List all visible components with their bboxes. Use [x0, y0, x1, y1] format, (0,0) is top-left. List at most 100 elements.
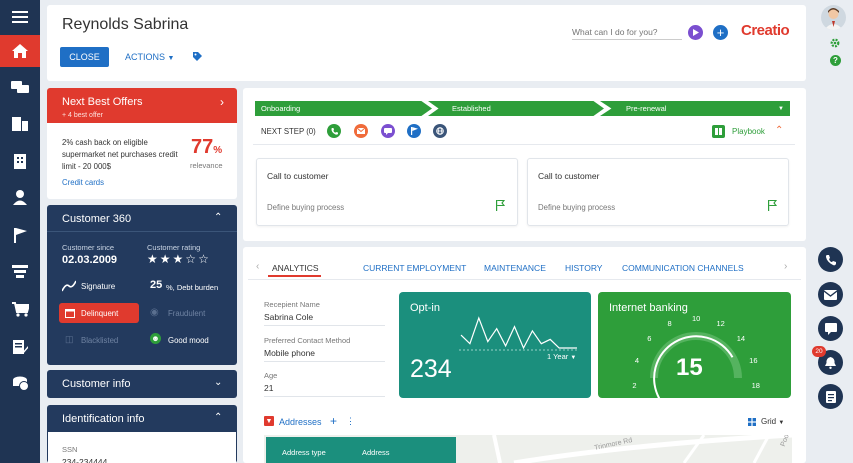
flag-action-icon[interactable]: [407, 124, 421, 138]
field-label: Recepient Name: [264, 300, 320, 309]
gauge-tick-label: 18: [751, 380, 760, 390]
email-action-icon[interactable]: [354, 124, 368, 138]
playbook-label[interactable]: Playbook: [732, 127, 765, 136]
contact-method-field[interactable]: Mobile phone: [264, 348, 385, 362]
chevron-down-icon: ▼: [570, 355, 577, 361]
more-options-icon[interactable]: ⋮: [346, 416, 355, 427]
tag-icon[interactable]: [192, 51, 202, 63]
tab-communication-channels[interactable]: COMMUNICATION CHANNELS: [622, 263, 744, 273]
field-label: Preferred Contact Method: [264, 336, 351, 345]
stage-established[interactable]: Established: [428, 101, 604, 116]
chat-icon[interactable]: [818, 316, 843, 341]
play-icon[interactable]: [688, 25, 703, 40]
task-subtitle: Define buying process: [538, 203, 616, 212]
email-icon[interactable]: [818, 282, 843, 307]
search-input[interactable]: [572, 24, 682, 40]
gauge-tick-label: 14: [736, 334, 746, 344]
home-icon[interactable]: [0, 35, 40, 67]
customer-since-value: 02.03.2009: [62, 254, 118, 266]
star-filled-icon: ★: [159, 252, 173, 266]
add-address-icon[interactable]: +: [330, 414, 337, 428]
chevron-up-icon[interactable]: ⌃: [775, 125, 783, 136]
addresses-table: Address type Address: [266, 437, 456, 463]
view-selector[interactable]: Grid ▼: [761, 417, 784, 426]
phone-icon[interactable]: [818, 247, 843, 272]
add-icon[interactable]: +: [713, 25, 728, 40]
recipient-name-field[interactable]: Sabrina Cole: [264, 312, 385, 326]
customer-rating-label: Customer rating: [147, 243, 201, 252]
gear-icon[interactable]: [830, 38, 840, 50]
document-edit-icon[interactable]: [0, 332, 40, 362]
period-selector[interactable]: 1 Year ▼: [547, 352, 576, 361]
tab-current-employment[interactable]: CURRENT EMPLOYMENT: [363, 263, 466, 273]
stage-label: Established: [452, 104, 491, 113]
creatio-logo: Creatio: [741, 22, 790, 39]
stage-pre-renewal[interactable]: Pre-renewal ▼: [600, 101, 790, 116]
flag-icon[interactable]: [768, 199, 778, 213]
call-action-icon[interactable]: [327, 124, 341, 138]
stage-label: Onboarding: [261, 104, 301, 113]
chevron-up-icon[interactable]: ⌃: [214, 212, 222, 223]
period-label: 1 Year: [547, 352, 569, 361]
tab-maintenance[interactable]: MAINTENANCE: [484, 263, 546, 273]
task-title: Call to customer: [267, 171, 329, 181]
age-field[interactable]: 21: [264, 383, 385, 397]
chevron-down-icon[interactable]: ⌄: [214, 377, 222, 388]
coins-icon[interactable]: [0, 368, 40, 398]
offer-percent-value: 77: [191, 136, 214, 158]
menu-icon[interactable]: [0, 4, 40, 30]
funnel-icon[interactable]: [0, 256, 40, 286]
tabs-scroll-left-icon[interactable]: ‹: [256, 261, 259, 272]
flag-icon[interactable]: [0, 220, 40, 250]
tabs-scroll-right-icon[interactable]: ›: [784, 261, 787, 272]
opt-in-widget[interactable]: Opt-in 1 Year ▼ 234: [399, 292, 591, 398]
close-button[interactable]: CLOSE: [60, 47, 109, 67]
stage-label: Pre-renewal: [626, 104, 667, 113]
gauge-tick-label: 2: [632, 380, 637, 390]
offer-category-link[interactable]: Credit cards: [62, 178, 104, 187]
view-label: Grid: [761, 417, 777, 426]
mood-label: Good mood: [168, 336, 209, 345]
addresses-title: Addresses: [279, 417, 322, 427]
offer-percent-unit: %: [213, 145, 223, 156]
stage-onboarding[interactable]: Onboarding: [255, 101, 432, 116]
fraudulent-label: Fraudulent: [168, 309, 206, 318]
delinquent-label: Delinquent: [81, 309, 119, 318]
identification-info-panel: Identification info ⌃ SSN 234-234444: [47, 405, 237, 463]
address-map[interactable]: Trinmore Rd Poo Address type Address: [264, 435, 792, 463]
cart-icon[interactable]: [0, 294, 40, 324]
customer-info-panel[interactable]: Customer info ⌄: [47, 370, 237, 398]
customer-360-title: Customer 360: [62, 213, 132, 225]
internet-banking-widget[interactable]: Internet banking 02468101214161820 15: [598, 292, 791, 398]
flag-icon[interactable]: [496, 199, 506, 213]
customer-info-title: Customer info: [62, 378, 131, 390]
column-header: Address type: [282, 448, 326, 457]
collapse-icon[interactable]: ▼: [264, 416, 274, 426]
chevron-up-icon[interactable]: ⌃: [214, 412, 222, 423]
playbook-icon[interactable]: [712, 125, 725, 140]
gauge-tick-label: 12: [716, 319, 725, 329]
accounts-icon[interactable]: [0, 108, 40, 138]
tab-analytics[interactable]: ANALYTICS: [272, 263, 319, 273]
smiley-icon: ☻: [150, 333, 161, 344]
feed-icon[interactable]: [0, 72, 40, 102]
tab-history[interactable]: HISTORY: [565, 263, 602, 273]
document-icon[interactable]: [818, 384, 843, 409]
avatar[interactable]: [821, 5, 846, 30]
task-title: Call to customer: [538, 171, 600, 181]
star-empty-icon: ☆: [185, 252, 199, 266]
record-title: Reynolds Sabrina: [62, 16, 189, 33]
contacts-icon[interactable]: [0, 182, 40, 212]
offer-text: 2% cash back on eligible supermarket net…: [62, 138, 178, 171]
fraud-icon: ◉: [150, 307, 159, 318]
chevron-right-icon[interactable]: ›: [220, 95, 224, 109]
task-card[interactable]: Call to customer Define buying process: [527, 158, 789, 226]
chat-action-icon[interactable]: [381, 124, 395, 138]
globe-action-icon[interactable]: [433, 124, 447, 138]
task-card[interactable]: Call to customer Define buying process: [256, 158, 518, 226]
record-header: Reynolds Sabrina CLOSE ACTIONS ▼ + Creat…: [47, 5, 806, 81]
actions-button[interactable]: ACTIONS ▼: [125, 52, 174, 62]
help-icon[interactable]: ?: [830, 55, 841, 66]
buildings-icon[interactable]: [0, 146, 40, 176]
ssn-label: SSN: [62, 445, 78, 454]
